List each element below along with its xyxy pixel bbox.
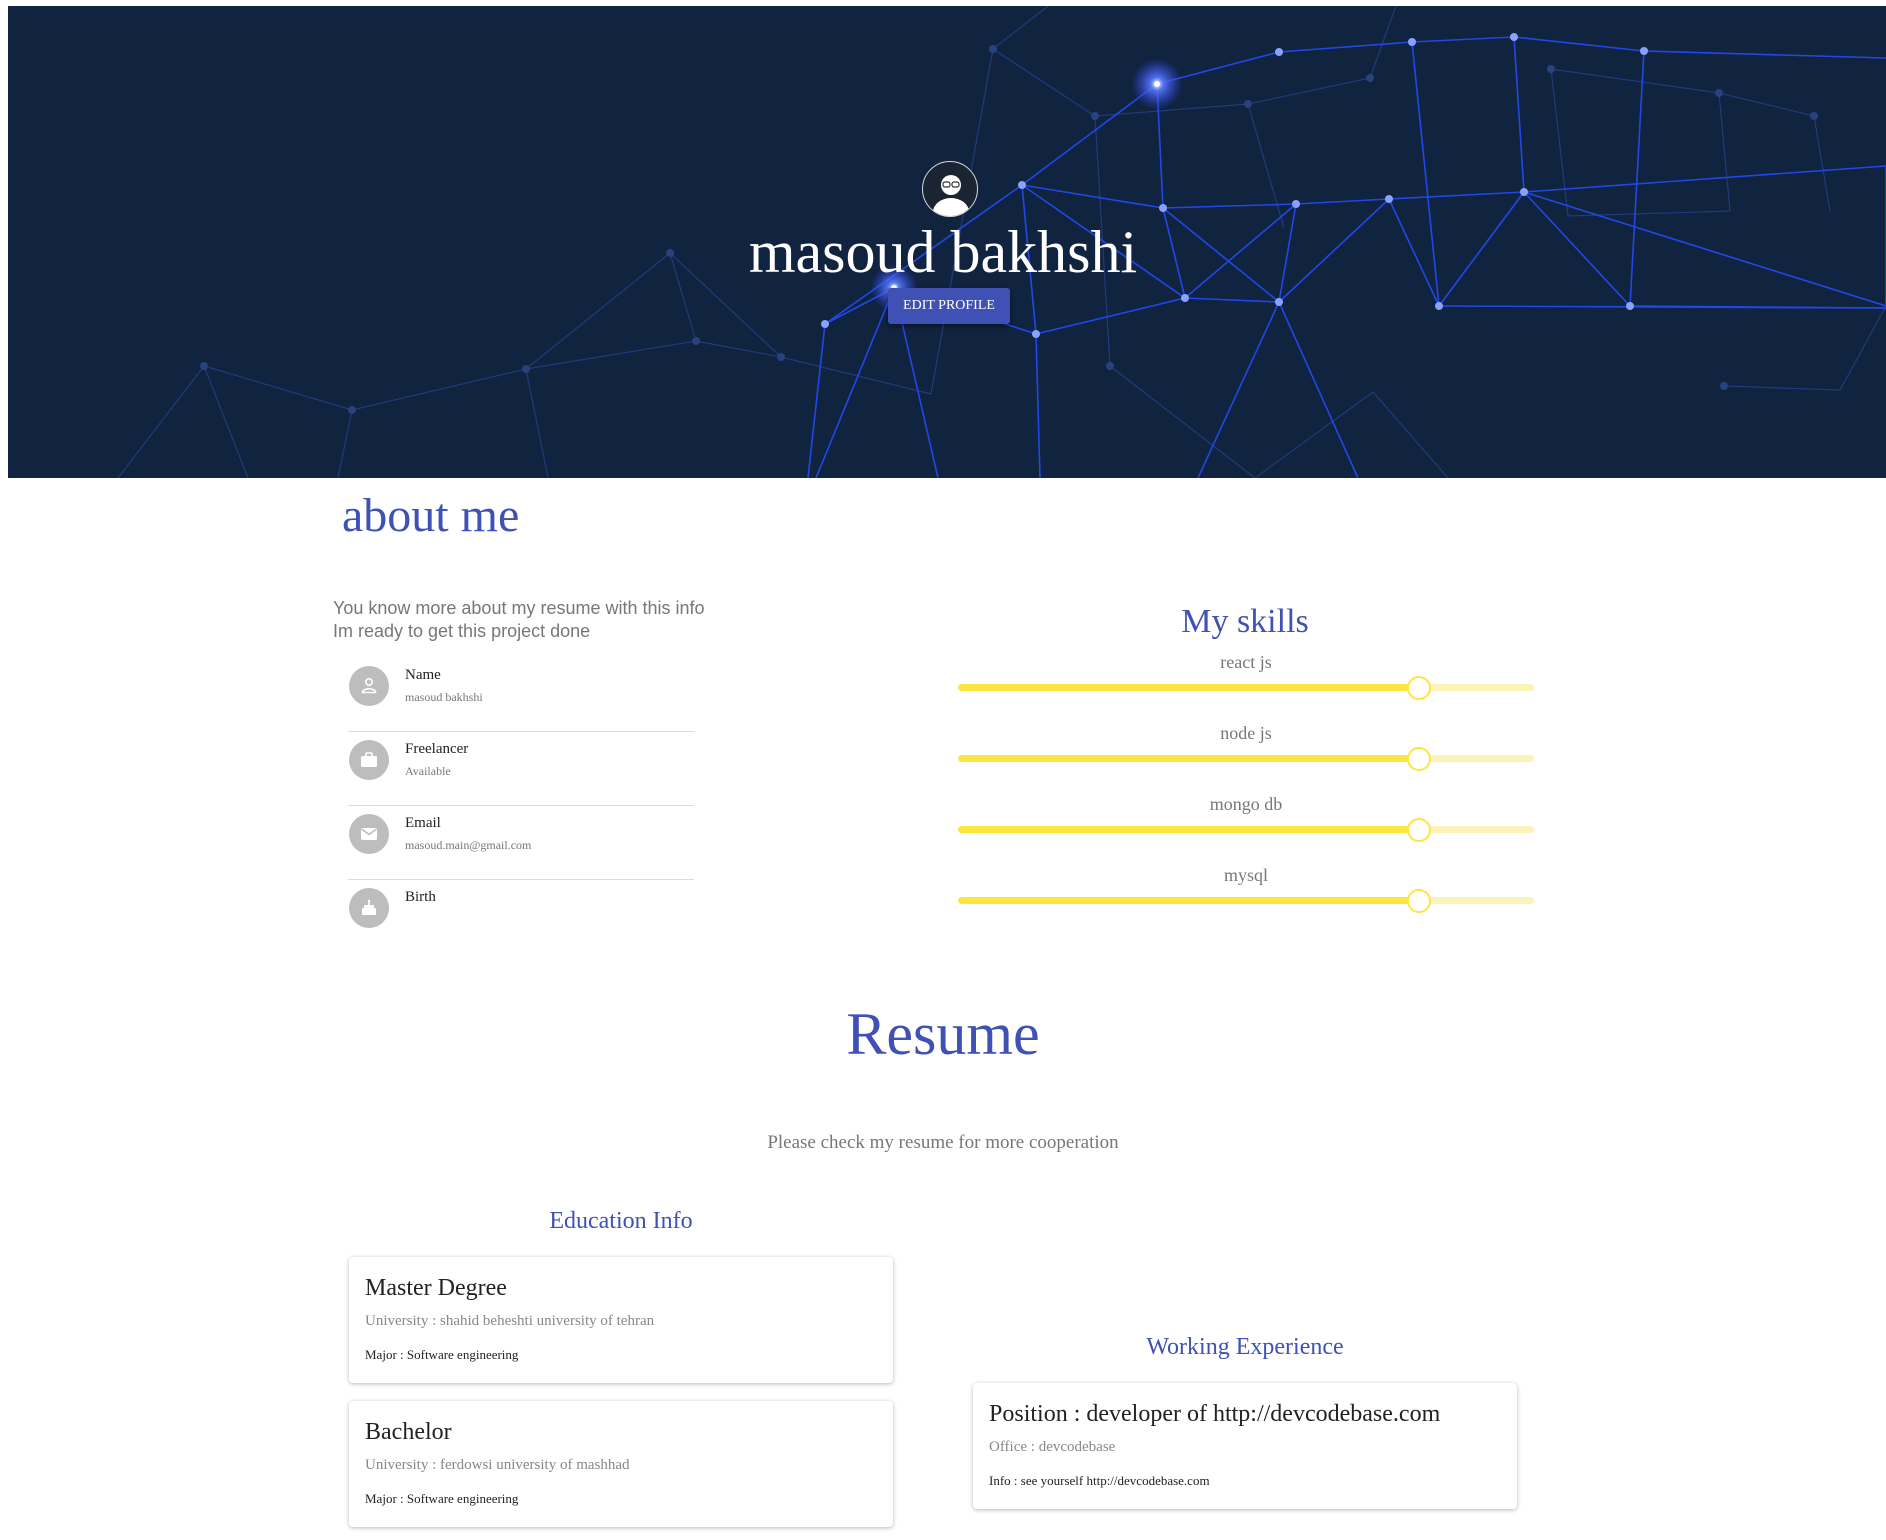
skill-mysql: mysql xyxy=(958,865,1534,925)
education-card: Master Degree University : shahid behesh… xyxy=(349,1257,893,1383)
education-university: University : ferdowsi university of mash… xyxy=(365,1457,630,1473)
slider-fill xyxy=(958,897,1419,904)
info-value: masoud.main@gmail.com xyxy=(405,838,532,852)
avatar-person-icon xyxy=(933,175,969,216)
education-major: Major : Software engineering xyxy=(365,1347,519,1362)
education-degree: Master Degree xyxy=(365,1275,507,1301)
email-icon xyxy=(349,814,389,854)
skill-slider[interactable] xyxy=(958,889,1534,913)
intro-line-2: Im ready to get this project done xyxy=(333,621,591,641)
profile-name: masoud bakhshi xyxy=(748,219,1138,285)
slider-thumb[interactable] xyxy=(1406,818,1431,842)
info-label: Birth xyxy=(405,889,436,905)
edit-profile-button[interactable]: EDIT PROFILE xyxy=(888,288,1010,324)
experience-position: Position : developer of http://devcodeba… xyxy=(989,1401,1441,1427)
info-label: Freelancer xyxy=(405,741,469,757)
education-card: Bachelor University : ferdowsi universit… xyxy=(349,1401,893,1527)
education-university: University : shahid beheshti university … xyxy=(365,1313,655,1329)
slider-thumb[interactable] xyxy=(1406,676,1431,700)
experience-title: Working Experience xyxy=(1146,1334,1344,1360)
experience-office: Office : devcodebase xyxy=(989,1439,1116,1455)
skills-title: My skills xyxy=(1181,603,1309,640)
slider-thumb[interactable] xyxy=(1406,889,1431,913)
person-icon xyxy=(349,666,389,706)
education-title: Education Info xyxy=(549,1208,693,1234)
info-label: Email xyxy=(405,815,441,831)
info-item-birth: Birth xyxy=(348,880,694,953)
info-list: Name masoud bakhshi Freelancer Available… xyxy=(348,658,694,953)
skill-node-js: node js xyxy=(958,723,1534,783)
education-degree: Bachelor xyxy=(365,1419,452,1445)
experience-card: Position : developer of http://devcodeba… xyxy=(973,1383,1517,1509)
skill-name: node js xyxy=(1220,723,1272,743)
cake-icon xyxy=(349,888,389,928)
info-value: Available xyxy=(405,764,451,778)
skill-name: mongo db xyxy=(1209,794,1283,814)
about-title: about me xyxy=(342,489,520,542)
intro-line-1: You know more about my resume with this … xyxy=(333,598,705,618)
about-intro: You know more about my resume with this … xyxy=(333,597,705,643)
skill-name: mysql xyxy=(1223,865,1268,885)
education-major: Major : Software engineering xyxy=(365,1491,519,1506)
skill-slider[interactable] xyxy=(958,747,1534,771)
info-label: Name xyxy=(405,667,441,683)
slider-thumb[interactable] xyxy=(1406,747,1431,771)
skill-mongo-db: mongo db xyxy=(958,794,1534,854)
resume-subtitle: Please check my resume for more cooperat… xyxy=(767,1132,1119,1153)
info-item-name: Name masoud bakhshi xyxy=(348,658,694,732)
skill-react-js: react js xyxy=(958,652,1534,712)
skill-slider[interactable] xyxy=(958,818,1534,842)
info-value: masoud bakhshi xyxy=(405,690,483,704)
slider-fill xyxy=(958,755,1419,762)
experience-info: Info : see yourself http://devcodebase.c… xyxy=(989,1473,1210,1488)
info-item-freelancer: Freelancer Available xyxy=(348,732,694,806)
avatar xyxy=(922,161,978,217)
slider-fill xyxy=(958,684,1419,691)
skill-slider[interactable] xyxy=(958,676,1534,700)
resume-title: Resume xyxy=(846,1001,1040,1067)
info-item-email: Email masoud.main@gmail.com xyxy=(348,806,694,880)
briefcase-icon xyxy=(349,740,389,780)
slider-fill xyxy=(958,826,1419,833)
skill-name: react js xyxy=(1220,652,1272,672)
